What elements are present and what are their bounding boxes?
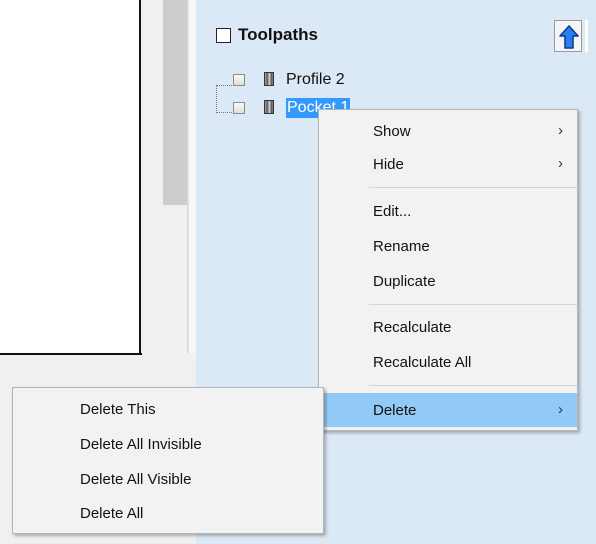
menu-item-label: Edit...	[373, 203, 412, 220]
menu-item-recalculate-all[interactable]: Recalculate All	[319, 345, 577, 379]
tree-item-checkbox[interactable]	[233, 102, 245, 114]
toolpath-icon	[264, 72, 274, 86]
arrow-up-icon	[559, 25, 579, 49]
panel-title: Toolpaths	[238, 25, 318, 44]
menu-item-label: Rename	[373, 238, 430, 255]
menu-separator	[369, 187, 577, 188]
chevron-right-icon: ›	[558, 155, 563, 172]
context-menu: Show › Hide › Edit... Rename Duplicate R…	[318, 109, 578, 431]
menu-item-show[interactable]: Show ›	[319, 114, 577, 148]
menu-item-label: Show	[373, 123, 411, 140]
submenu-item-label: Delete All Invisible	[80, 436, 202, 453]
delete-submenu: Delete This Delete All Invisible Delete …	[12, 387, 324, 534]
menu-separator	[369, 385, 577, 386]
menu-item-hide[interactable]: Hide ›	[319, 147, 577, 181]
tree-connector	[216, 112, 232, 113]
menu-item-label: Duplicate	[373, 273, 436, 290]
menu-item-rename[interactable]: Rename	[319, 229, 577, 263]
submenu-item-delete-all-invisible[interactable]: Delete All Invisible	[13, 427, 323, 461]
menu-item-label: Recalculate All	[373, 354, 472, 371]
tree-connector	[216, 85, 232, 86]
submenu-item-label: Delete This	[80, 401, 156, 418]
toolpath-icon	[264, 100, 274, 114]
submenu-item-label: Delete All	[80, 505, 144, 522]
menu-item-duplicate[interactable]: Duplicate	[319, 264, 577, 298]
tree-item-checkbox[interactable]	[233, 74, 245, 86]
menu-item-recalculate[interactable]: Recalculate	[319, 310, 577, 344]
tree-item-label[interactable]: Profile 2	[286, 70, 345, 90]
submenu-item-delete-this[interactable]: Delete This	[13, 392, 323, 426]
menu-item-label: Recalculate	[373, 319, 452, 336]
submenu-item-delete-all-visible[interactable]: Delete All Visible	[13, 462, 323, 496]
menu-item-edit[interactable]: Edit...	[319, 194, 577, 228]
menu-item-label: Hide	[373, 156, 404, 173]
submenu-item-label: Delete All Visible	[80, 471, 192, 488]
sidebar-scrollbar-thumb[interactable]	[163, 0, 187, 205]
chevron-right-icon: ›	[558, 401, 563, 418]
menu-item-label: Delete	[373, 402, 417, 419]
submenu-item-delete-all[interactable]: Delete All	[13, 496, 323, 530]
viewport-bottom-border	[0, 353, 142, 355]
toolpaths-visibility-checkbox[interactable]	[216, 28, 231, 43]
move-up-button[interactable]	[554, 20, 582, 52]
tree-connector	[216, 85, 217, 113]
panel-toolbar-edge	[585, 20, 588, 52]
menu-item-delete[interactable]: Delete ›	[319, 393, 577, 427]
menu-separator	[369, 304, 577, 305]
chevron-right-icon: ›	[558, 122, 563, 139]
